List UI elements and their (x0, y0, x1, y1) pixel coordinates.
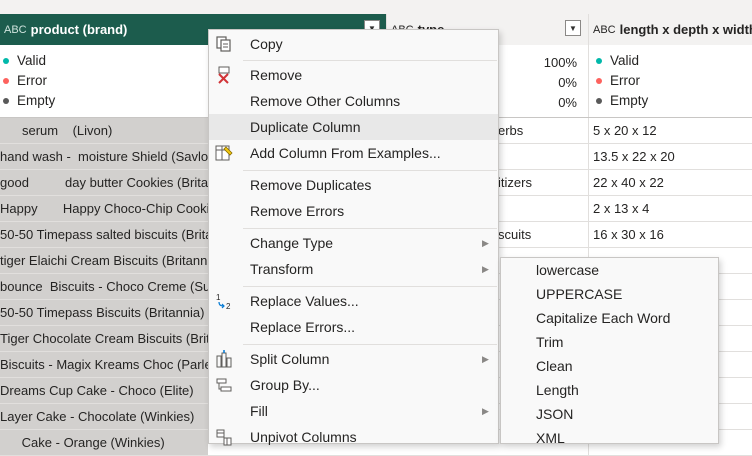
column-header-dimensions[interactable]: ABC length x depth x width (588, 14, 752, 45)
menu-item-add-column-from-examples[interactable]: Add Column From Examples... (209, 140, 498, 166)
split-column-icon (216, 350, 232, 368)
valid-dot-icon (596, 57, 602, 64)
submenu-arrow-icon: ▶ (482, 406, 489, 416)
valid-percent: 100% (543, 55, 577, 70)
quality-valid: Valid (3, 53, 46, 68)
cell-product[interactable]: Happy Happy Choco-Chip Cookies (0, 196, 208, 221)
menu-item-duplicate-column[interactable]: Duplicate Column (209, 114, 498, 140)
valid-dot-icon (3, 57, 9, 64)
menu-item-replace-values[interactable]: 1 2 Replace Values... (209, 288, 498, 314)
cell-dimensions[interactable]: 5 x 20 x 12 (588, 118, 752, 143)
cell-product[interactable]: Layer Cake - Chocolate (Winkies) (0, 404, 208, 429)
menu-item-replace-errors[interactable]: Replace Errors... (209, 314, 498, 340)
unpivot-icon (216, 429, 232, 446)
group-by-icon (216, 378, 232, 392)
menu-separator (243, 344, 497, 345)
menu-item-remove-other-columns[interactable]: Remove Other Columns (209, 88, 498, 114)
empty-percent: 0% (558, 95, 577, 110)
cell-product[interactable]: bounce Biscuits - Choco Creme (Sunfeast) (0, 274, 208, 299)
menu-item-split-column[interactable]: Split Column ▶ (209, 346, 498, 372)
quality-valid: Valid (596, 53, 639, 68)
error-percent: 0% (558, 75, 577, 90)
submenu-item-uppercase[interactable]: UPPERCASE (536, 286, 622, 302)
svg-text:2: 2 (226, 302, 231, 310)
quality-error: Error (3, 73, 47, 88)
column-header-label: product (brand) (30, 22, 128, 37)
menu-separator (243, 286, 497, 287)
cell-product[interactable]: Biscuits - Magix Kreams Choc (Parle) (0, 352, 208, 377)
menu-item-remove-duplicates[interactable]: Remove Duplicates (209, 172, 498, 198)
cell-dimensions[interactable]: 13.5 x 22 x 20 (588, 144, 752, 169)
cell-dimensions[interactable]: 22 x 40 x 22 (588, 170, 752, 195)
menu-separator (243, 228, 497, 229)
submenu-item-clean[interactable]: Clean (536, 358, 573, 374)
submenu-item-json[interactable]: JSON (536, 406, 573, 422)
empty-dot-icon (596, 97, 602, 104)
menu-separator (243, 60, 497, 61)
examples-icon (215, 145, 233, 161)
column-header-label: length x depth x width (619, 22, 752, 37)
menu-item-copy[interactable]: Copy (209, 31, 498, 57)
menu-item-group-by[interactable]: Group By... (209, 372, 498, 398)
quality-empty: Empty (3, 93, 55, 108)
menu-item-change-type[interactable]: Change Type ▶ (209, 230, 498, 256)
menu-item-unpivot-columns[interactable]: Unpivot Columns (209, 424, 498, 450)
cell-type[interactable]: scuits (498, 222, 531, 247)
submenu-item-capitalize-each-word[interactable]: Capitalize Each Word (536, 310, 670, 326)
empty-dot-icon (3, 97, 9, 104)
column-dropdown-button[interactable]: ▼ (565, 20, 581, 36)
menu-item-transform[interactable]: Transform ▶ (209, 256, 498, 282)
cell-product[interactable]: Cake - Orange (Winkies) (0, 430, 208, 455)
cell-product[interactable]: 50-50 Timepass salted biscuits (Britanni… (0, 222, 208, 247)
column-context-menu: Copy Remove Remove Other Columns Duplica… (208, 29, 499, 446)
copy-icon (216, 36, 231, 52)
cell-product[interactable]: Tiger Chocolate Cream Biscuits (Britanni… (0, 326, 208, 351)
cell-product[interactable]: hand wash - moisture Shield (Savlon) (0, 144, 208, 169)
cell-product[interactable]: tiger Elaichi Cream Biscuits (Britannia) (0, 248, 208, 273)
submenu-item-trim[interactable]: Trim (536, 334, 563, 350)
error-dot-icon (3, 77, 9, 84)
quality-empty: Empty (596, 93, 648, 108)
submenu-arrow-icon: ▶ (482, 354, 489, 364)
submenu-arrow-icon: ▶ (482, 238, 489, 248)
menu-item-remove-errors[interactable]: Remove Errors (209, 198, 498, 224)
menu-separator (243, 170, 497, 171)
text-type-icon[interactable]: ABC (4, 24, 27, 36)
replace-values-icon: 1 2 (216, 293, 231, 310)
svg-text:1: 1 (216, 293, 221, 302)
cell-dimensions[interactable]: 2 x 13 x 4 (588, 196, 752, 221)
cell-product[interactable]: 50-50 Timepass Biscuits (Britannia) (0, 300, 208, 325)
cell-type[interactable]: itizers (498, 170, 532, 195)
transform-submenu: lowercase UPPERCASE Capitalize Each Word… (500, 257, 719, 446)
submenu-arrow-icon: ▶ (482, 264, 489, 274)
remove-icon (218, 66, 230, 84)
cell-type[interactable]: erbs (498, 118, 523, 143)
quality-error: Error (596, 73, 640, 88)
cell-product[interactable]: serum (Livon) (0, 118, 208, 143)
top-strip (0, 0, 752, 15)
submenu-item-length[interactable]: Length (536, 382, 579, 398)
cell-dimensions[interactable]: 16 x 30 x 16 (588, 222, 752, 247)
error-dot-icon (596, 77, 602, 84)
menu-item-remove[interactable]: Remove (209, 62, 498, 88)
submenu-item-lowercase[interactable]: lowercase (536, 262, 599, 278)
cell-product[interactable]: Dreams Cup Cake - Choco (Elite) (0, 378, 208, 403)
menu-item-fill[interactable]: Fill ▶ (209, 398, 498, 424)
text-type-icon[interactable]: ABC (593, 24, 616, 36)
cell-product[interactable]: good day butter Cookies (Britannia) (0, 170, 208, 195)
column-divider (588, 45, 589, 117)
